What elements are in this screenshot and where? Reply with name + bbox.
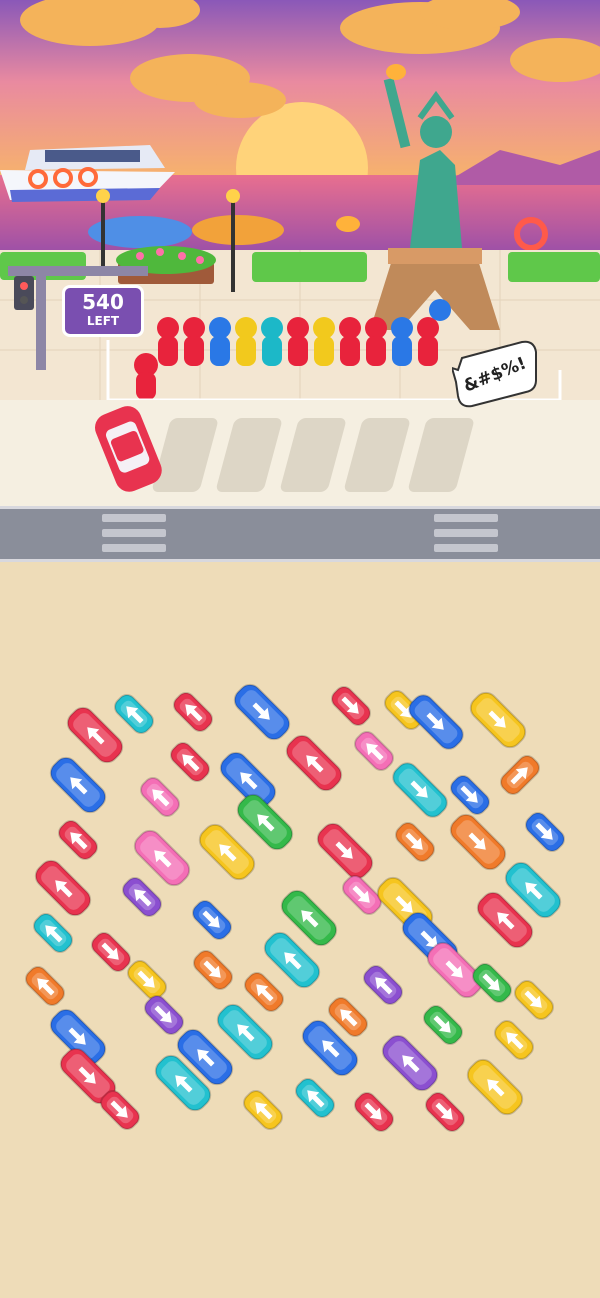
cars-left-label: LEFT [86, 314, 120, 328]
hedge-right [508, 252, 600, 282]
game-scene [0, 0, 600, 1298]
queue-person [287, 317, 309, 366]
hedge-middle [252, 252, 367, 282]
swimmer [336, 216, 360, 232]
crosswalk-right [434, 514, 498, 552]
road-edge-top [0, 506, 600, 509]
queue-person [157, 317, 179, 366]
walking-person [134, 353, 158, 400]
queue-person [391, 317, 413, 366]
crosswalk-left [102, 514, 166, 552]
cars-left-value: 540 [82, 290, 124, 314]
queue-person [183, 317, 205, 366]
road-edge-bottom [0, 559, 600, 562]
queue-person [339, 317, 361, 366]
queue-person [235, 317, 257, 366]
parking-slots [152, 418, 474, 492]
queue-person [261, 317, 283, 366]
queue-person [313, 317, 335, 366]
road [0, 506, 600, 562]
speech-bubble: &#$%! [450, 338, 538, 412]
queue-person [209, 317, 231, 366]
cars-left-counter: 540 LEFT [62, 285, 144, 337]
small-boat-orange [192, 215, 284, 245]
flower-bed [116, 246, 216, 284]
queue-person [417, 317, 439, 366]
queue-person [365, 317, 387, 366]
queue-person [429, 299, 451, 321]
